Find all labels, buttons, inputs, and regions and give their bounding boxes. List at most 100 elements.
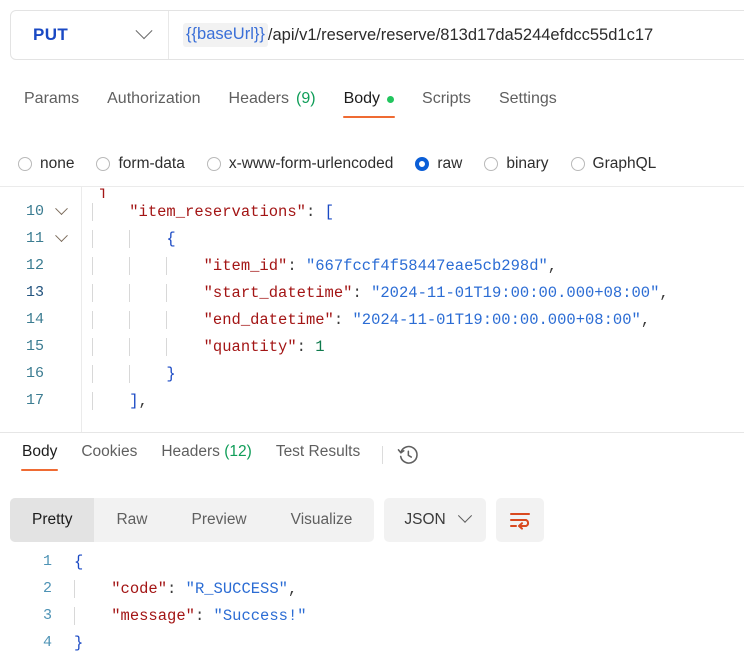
code-token: } [166,364,176,383]
request-tab-authorization[interactable]: Authorization [93,86,214,124]
code-token: ] [129,391,139,410]
code-token: : [167,579,186,598]
response-view-raw[interactable]: Raw [94,498,169,542]
request-tab-scripts[interactable]: Scripts [408,86,485,124]
code-token: , [547,256,558,275]
code-line: 14 "end_datetime": "2024-11-01T19:00:00.… [0,306,744,333]
indent-guide [129,310,130,329]
indent-guide [129,256,130,275]
code-token: { [166,229,176,248]
request-tab-params[interactable]: Params [10,86,93,124]
chevron-down-icon [457,508,472,523]
body-type-radio-binary[interactable]: binary [484,155,549,173]
response-tab-bar: Body Cookies Headers (12) Test Results [0,432,744,480]
fold-chevron-down-icon[interactable] [46,202,76,216]
code-line-text: } [60,634,744,652]
response-history-button[interactable] [393,440,423,470]
request-tab-bar: Params Authorization Headers (9) Body Script… [0,86,744,132]
indent-guide [166,337,167,356]
fold-chevron-down-icon[interactable] [46,229,76,243]
indent-guide [92,364,93,383]
body-type-radio-x-www-form-urlencoded[interactable]: x-www-form-urlencoded [206,155,393,173]
body-type-radio-none[interactable]: none [18,155,74,173]
response-tab-cookies[interactable]: Cookies [69,439,149,475]
body-type-radio-label: none [40,155,75,172]
indent-guide [129,229,130,248]
body-type-radio-raw[interactable]: raw [415,155,462,173]
indent-guide [92,256,93,275]
code-token: "2024-11-01T19:00:00.000+08:00" [352,310,641,329]
radio-circle-icon [415,157,430,171]
radio-circle-icon [206,157,221,171]
code-token: "item_id" [203,256,288,275]
chevron-down-icon [54,229,68,243]
body-type-radio-graphql[interactable]: GraphQL [570,155,657,173]
chevron-down-icon [54,202,68,216]
response-tab-count: (12) [219,443,252,460]
body-type-radio-label: GraphQL [592,155,657,172]
response-view-visualize[interactable]: Visualize [269,498,375,542]
code-line-text: "end_datetime": "2024-11-01T19:00:00.000… [76,310,744,329]
code-token: "2024-11-01T19:00:00.000+08:00" [371,283,660,302]
line-number: 13 [25,284,44,301]
code-token: } [74,633,84,652]
code-line-text: } [76,364,744,383]
wrap-text-button[interactable] [495,498,544,542]
code-line-text: { [76,229,744,248]
line-number: 15 [25,338,44,355]
response-language-label: JSON [404,511,446,528]
response-tab-headers[interactable]: Headers (12) [149,439,263,475]
request-tab-label: Authorization [107,90,201,107]
request-code-area[interactable]: 10 "item_reservations": [11 {12 "item_id… [0,187,744,433]
code-token: : [296,337,316,356]
code-line: 17 ], [0,387,744,414]
response-view-preview[interactable]: Preview [170,498,269,542]
code-token: : [305,202,325,221]
request-tab-label: Headers [228,90,289,107]
request-tab-body[interactable]: Body [330,86,408,124]
request-tab-label: Settings [498,90,557,107]
request-tab-label: Body [343,90,381,107]
indent-guide [129,364,130,383]
response-format-toolbar: Pretty Raw Preview Visualize JSON [0,494,744,546]
response-body-viewer[interactable]: 1{2 "code": "R_SUCCESS", 3 "message": "Su… [0,548,744,664]
code-line: 11 { [0,225,744,252]
code-token: "message" [111,606,195,625]
body-type-radio-group: none form-data x-www-form-urlencoded raw bin… [0,142,744,186]
request-tab-count: (9) [296,90,316,107]
response-tab-test-results[interactable]: Test Results [264,439,372,475]
body-modified-dot-icon [387,95,395,103]
response-tab-body[interactable]: Body [10,439,69,475]
url-variable-baseurl: {{baseUrl}} [183,23,268,47]
line-number: 4 [42,634,52,651]
active-tab-underline [342,115,396,118]
request-tab-settings[interactable]: Settings [485,86,571,124]
code-token: , [640,310,651,329]
code-line: 15 "quantity": 1 [0,333,744,360]
code-token: "667fccf4f58447eae5cb298d" [305,256,548,275]
code-line-text: "code": "R_SUCCESS", [60,579,744,598]
code-line: 1{ [0,548,744,575]
response-view-pretty[interactable]: Pretty [10,498,95,542]
indent-guide [92,229,93,248]
postman-request-response-pane: PUT {{baseUrl}}/api/v1/reserve/reserve/8… [0,0,744,664]
code-token: , [138,391,148,410]
radio-circle-icon [484,157,499,171]
body-type-radio-form-data[interactable]: form-data [96,155,185,173]
indent-guide [92,337,93,356]
code-token: : [194,606,214,625]
url-input[interactable]: {{baseUrl}}/api/v1/reserve/reserve/813d1… [169,11,744,59]
request-tab-headers[interactable]: Headers (9) [215,86,330,124]
request-body-editor[interactable]: ], 10 "item_reservations": [11 {12 "item… [0,186,744,433]
response-language-select[interactable]: JSON [384,498,486,542]
line-number: 3 [42,607,52,624]
body-type-radio-label: form-data [118,155,185,172]
radio-circle-icon [570,157,585,171]
line-number: 2 [42,580,52,597]
http-method-select[interactable]: PUT [11,11,169,59]
